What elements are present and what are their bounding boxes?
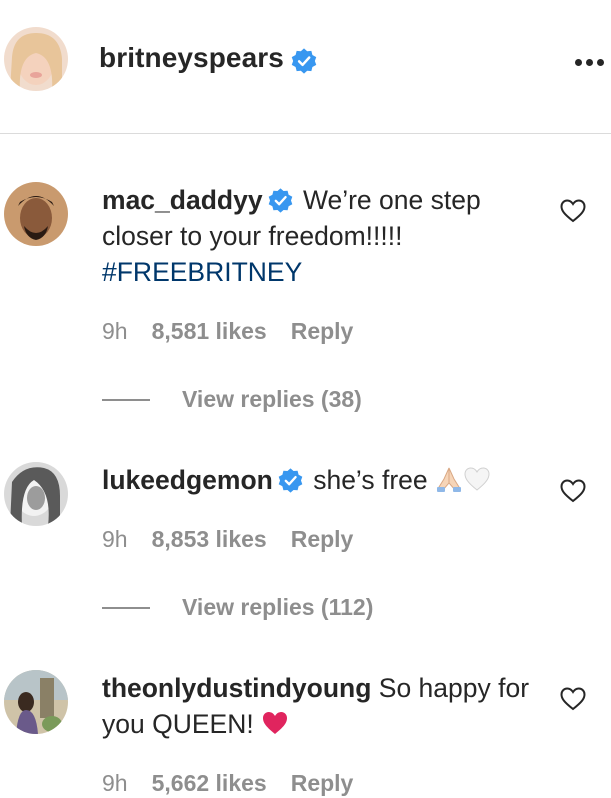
likes-count[interactable]: 8,581 likes [152,318,267,345]
like-heart-icon[interactable] [560,199,586,223]
post-header: britneyspears [0,0,611,134]
red-heart-emoji-icon [263,712,288,734]
comment-time: 9h [102,770,128,796]
more-options-dot [585,58,593,66]
verified-badge-icon [291,48,317,74]
more-options-dot [574,58,582,66]
author-username[interactable]: britneyspears [99,42,284,74]
comment-meta: 9h 8,853 likes Reply [102,526,353,553]
replies-divider-line [102,606,150,609]
comment-text: mac_daddyy We’re one step closer to your… [102,182,532,290]
reply-button[interactable]: Reply [291,526,354,553]
hashtag-link[interactable]: #FREEBRITNEY [102,257,302,287]
comment-body: she’s free [313,465,428,495]
more-options-dot [596,58,604,66]
comment-meta: 9h 8,581 likes Reply [102,318,353,345]
comment-text: lukeedgemon she’s free [102,462,532,498]
reply-button[interactable]: Reply [291,770,354,797]
comment-time: 9h [102,318,128,344]
comment-text: theonlydustindyoung So happy for you QUE… [102,670,532,742]
comment-meta: 9h 5,662 likes Reply [102,770,353,797]
like-heart-icon[interactable] [560,479,586,503]
view-replies-label: View replies (38) [182,386,362,412]
white-heart-emoji-icon [464,467,490,491]
view-replies-label: View replies (112) [182,594,374,620]
author-avatar[interactable] [4,27,68,91]
commenter-avatar[interactable] [4,670,68,734]
view-replies-button[interactable]: View replies (38) [102,386,362,413]
verified-badge-icon [268,188,292,213]
likes-count[interactable]: 5,662 likes [152,770,267,797]
like-heart-icon[interactable] [560,687,586,711]
commenter-username[interactable]: mac_daddyy [102,185,263,215]
commenter-username[interactable]: theonlydustindyoung [102,673,371,703]
commenter-username[interactable]: lukeedgemon [102,465,273,495]
praying-hands-emoji-icon [437,467,461,492]
view-replies-button[interactable]: View replies (112) [102,594,373,621]
reply-button[interactable]: Reply [291,318,354,345]
commenter-avatar[interactable] [4,182,68,246]
comment-time: 9h [102,526,128,552]
more-options-button[interactable] [569,50,609,74]
likes-count[interactable]: 8,853 likes [152,526,267,553]
replies-divider-line [102,398,150,401]
verified-badge-icon [278,468,303,493]
commenter-avatar[interactable] [4,462,68,526]
